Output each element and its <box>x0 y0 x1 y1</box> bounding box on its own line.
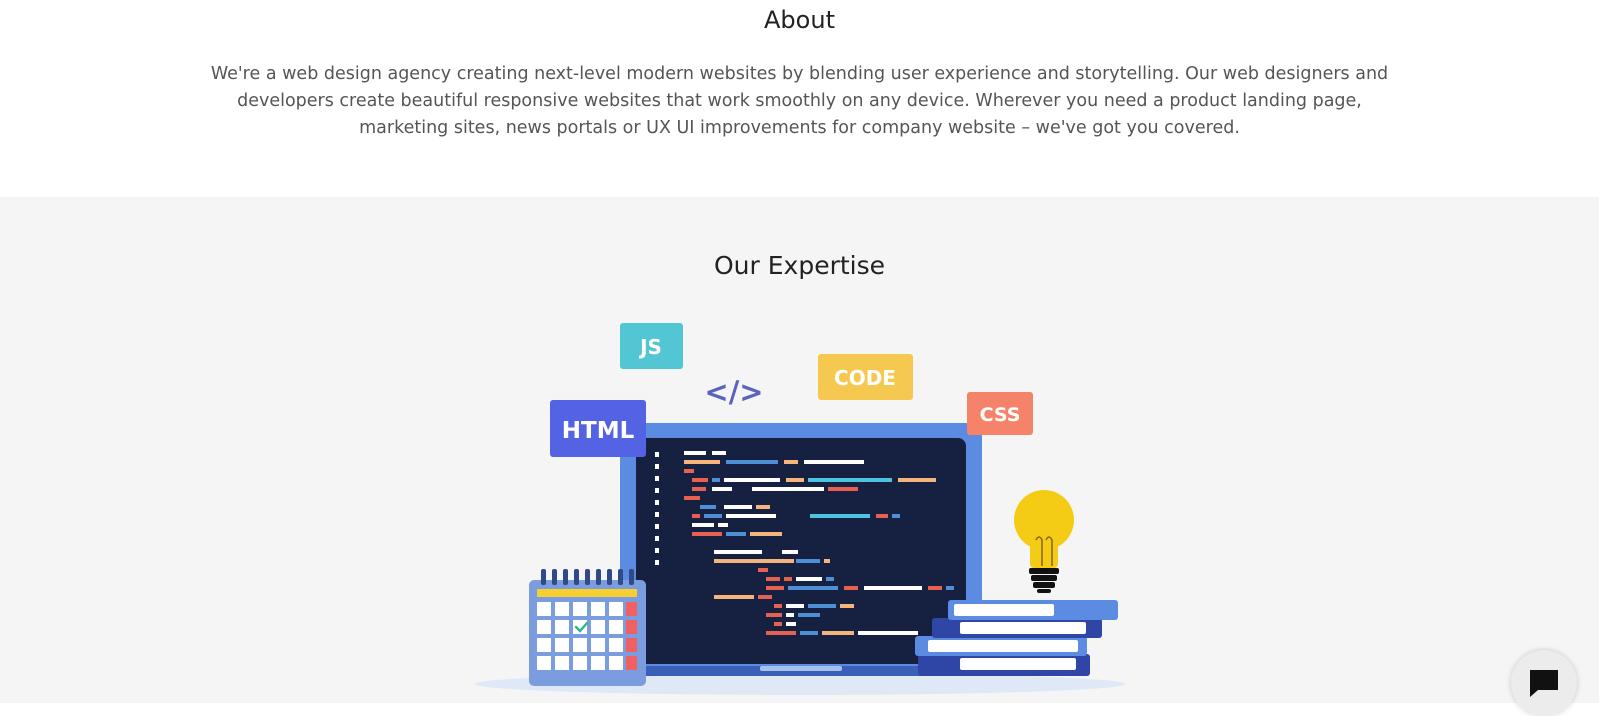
chat-button[interactable] <box>1511 650 1577 716</box>
css-tag: CSS <box>967 392 1033 435</box>
css-tag-label: CSS <box>980 404 1021 426</box>
code-tag-label: CODE <box>834 366 896 390</box>
js-tag-label: JS <box>638 335 662 359</box>
expertise-section: Our Expertise HTML JS </> CODE CSS <box>0 197 1599 703</box>
about-section: About We're a web design agency creating… <box>0 0 1599 197</box>
code-symbol: </> <box>704 375 763 409</box>
js-tag: JS <box>620 323 683 369</box>
calendar-icon <box>529 569 646 686</box>
lightbulb-icon <box>1014 490 1074 593</box>
expertise-title: Our Expertise <box>713 251 886 280</box>
code-tag: CODE <box>818 354 913 400</box>
html-tag: HTML <box>550 400 646 457</box>
about-title: About <box>764 6 835 34</box>
html-tag-label: HTML <box>562 418 635 444</box>
about-text: We're a web design agency creating next-… <box>210 64 1389 138</box>
chat-icon <box>1530 670 1558 697</box>
expertise-illustration: HTML JS </> CODE CSS <box>470 314 1130 706</box>
